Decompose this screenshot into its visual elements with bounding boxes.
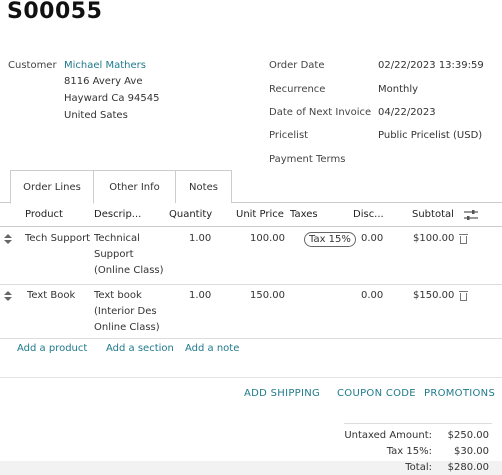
row2-desc-line: Online Class) [94,322,160,333]
row-divider [0,338,502,339]
row1-product[interactable]: Tech Support [25,231,90,247]
trash-icon[interactable] [459,234,468,244]
row1-tax-badge[interactable]: Tax 15% [304,232,356,247]
next-invoice-label: Date of Next Invoice [269,107,372,118]
column-settings-icon[interactable] [463,209,479,221]
row-divider [0,284,502,285]
address-line-2: Hayward Ca 94545 [64,93,160,104]
row2-quantity[interactable]: 1.00 [189,288,211,304]
payment-terms-value[interactable] [378,154,488,168]
col-quantity[interactable]: Quantity [169,209,212,220]
header-divider [0,226,502,227]
row2-discount[interactable]: 0.00 [361,288,383,304]
add-note-link[interactable]: Add a note [185,343,239,354]
row2-subtotal: $150.00 [413,290,455,301]
row2-desc-line: (Interior Des [94,306,157,317]
row1-quantity[interactable]: 1.00 [189,231,211,247]
col-subtotal[interactable]: Subtotal [412,209,454,220]
col-description[interactable]: Descrip... [94,209,141,220]
next-invoice-value[interactable]: 04/22/2023 [378,107,436,118]
tax-label: Tax 15%: [386,446,432,457]
row1-discount[interactable]: 0.00 [361,231,383,247]
tab-order-lines[interactable]: Order Lines [10,170,94,204]
row2-product[interactable]: Text Book [27,288,75,304]
row2-desc-line: Text book [94,290,142,301]
order-date-label: Order Date [269,60,325,71]
customer-name-link[interactable]: Michael Mathers [64,60,146,71]
row1-desc-line: Technical [94,233,140,244]
pricelist-value[interactable]: Public Pricelist (USD) [378,130,482,141]
address-line-1: 8116 Avery Ave [64,76,143,87]
trash-icon[interactable] [459,291,468,301]
tab-notes[interactable]: Notes [175,170,232,203]
recurrence-value[interactable]: Monthly [378,84,418,95]
add-shipping-button[interactable]: ADD SHIPPING [244,388,320,399]
total-label: Total: [405,462,432,473]
tab-bar: Order Lines Other Info Notes [10,170,232,204]
untaxed-amount-value: $250.00 [447,430,489,441]
col-discount[interactable]: Disc... [353,209,384,220]
coupon-code-button[interactable]: COUPON CODE [337,388,416,399]
add-section-link[interactable]: Add a section [106,343,174,354]
pricelist-label: Pricelist [269,130,309,141]
tax-value: $30.00 [454,446,489,457]
promotions-button[interactable]: PROMOTIONS [424,388,495,399]
col-unit-price[interactable]: Unit Price [236,209,284,220]
footer-divider [0,377,502,378]
address-line-3: United Sates [64,110,128,121]
row1-description[interactable]: Technical Support (Online Class) [94,231,169,279]
col-product[interactable]: Product [25,209,63,220]
customer-label: Customer [8,60,57,71]
untaxed-amount-label: Untaxed Amount: [344,430,432,441]
recurrence-label: Recurrence [269,84,326,95]
order-date-value[interactable]: 02/22/2023 13:39:59 [378,60,484,71]
order-title: S00055 [7,0,103,24]
add-product-link[interactable]: Add a product [17,343,87,354]
row1-unit-price[interactable]: 100.00 [250,231,285,247]
total-value: $280.00 [447,462,489,473]
col-taxes[interactable]: Taxes [290,209,318,220]
payment-terms-label: Payment Terms [269,154,346,165]
tab-other-info[interactable]: Other Info [93,170,176,203]
row1-desc-line: (Online Class) [94,265,164,276]
row2-unit-price[interactable]: 150.00 [250,288,285,304]
row1-subtotal: $100.00 [413,233,455,244]
row2-description[interactable]: Text book (Interior Des Online Class) [94,288,169,336]
totals-divider [344,423,492,424]
row1-desc-line: Support [94,249,134,260]
